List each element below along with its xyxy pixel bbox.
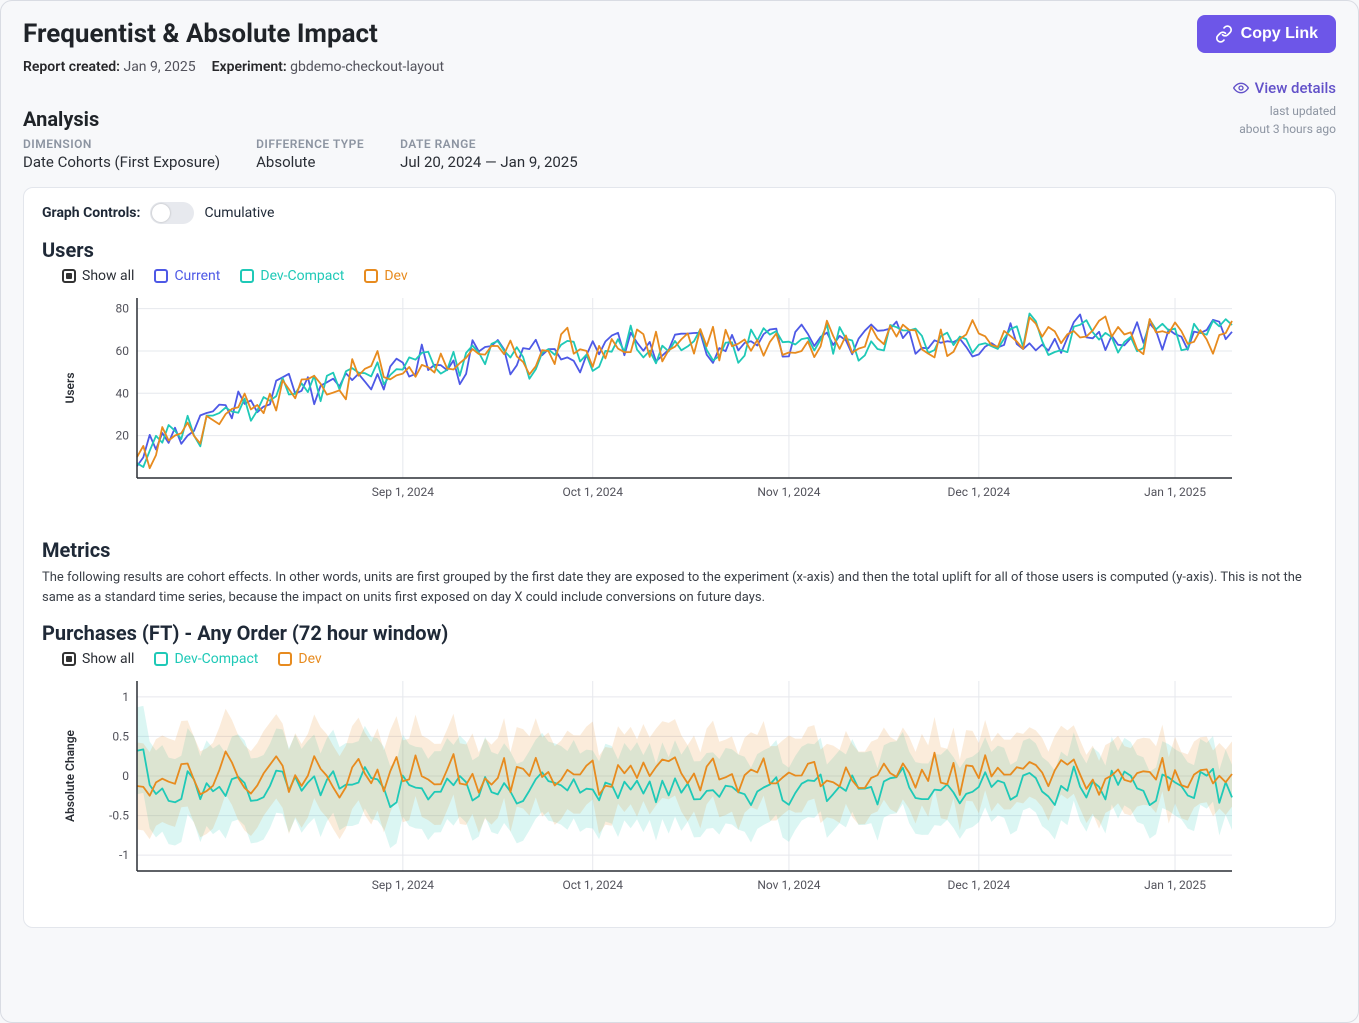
svg-text:Oct 1, 2024: Oct 1, 2024 — [562, 485, 623, 499]
analysis-heading: Analysis — [23, 107, 578, 131]
checkbox-filled-icon — [62, 652, 76, 666]
purchases-chart-title: Purchases (FT) - Any Order (72 hour wind… — [42, 621, 1317, 645]
cumulative-toggle[interactable] — [150, 202, 194, 224]
legend-dev[interactable]: Dev — [364, 268, 407, 284]
diff-type-label: DIFFERENCE TYPE — [256, 137, 364, 151]
report-created-label: Report created: — [23, 59, 120, 75]
legend-show-all-purchases[interactable]: Show all — [62, 651, 134, 667]
svg-text:Absolute Change: Absolute Change — [63, 729, 77, 822]
svg-text:Jan 1, 2025: Jan 1, 2025 — [1144, 485, 1206, 499]
svg-text:Nov 1, 2024: Nov 1, 2024 — [757, 878, 820, 892]
svg-text:0: 0 — [122, 769, 129, 783]
page-title: Frequentist & Absolute Impact — [23, 19, 444, 49]
svg-text:Jan 1, 2025: Jan 1, 2025 — [1144, 878, 1206, 892]
svg-text:40: 40 — [116, 386, 130, 400]
svg-text:60: 60 — [116, 344, 130, 358]
checkbox-filled-icon — [62, 269, 76, 283]
svg-text:-1: -1 — [119, 848, 129, 862]
dimension-value: Date Cohorts (First Exposure) — [23, 153, 220, 171]
checkbox-icon — [240, 269, 254, 283]
diff-type-value: Absolute — [256, 153, 364, 171]
last-updated-value: about 3 hours ago — [1233, 122, 1336, 136]
svg-text:Dec 1, 2024: Dec 1, 2024 — [948, 485, 1011, 499]
graph-controls-label: Graph Controls: — [42, 205, 140, 221]
report-meta-row: Report created: Jan 9, 2025 Experiment: … — [23, 59, 444, 75]
analysis-panel: Graph Controls: Cumulative Users Show al… — [23, 187, 1336, 928]
svg-text:Dec 1, 2024: Dec 1, 2024 — [948, 878, 1011, 892]
svg-text:Users: Users — [63, 373, 77, 404]
date-range-label: DATE RANGE — [400, 137, 578, 151]
legend-dev-compact-2[interactable]: Dev-Compact — [154, 651, 258, 667]
legend-show-all-users[interactable]: Show all — [62, 268, 134, 284]
report-created-value: Jan 9, 2025 — [123, 59, 195, 75]
link-icon — [1215, 25, 1233, 43]
eye-icon — [1233, 80, 1249, 96]
experiment-label: Experiment: — [212, 59, 287, 75]
svg-text:0.5: 0.5 — [112, 729, 129, 743]
svg-text:Nov 1, 2024: Nov 1, 2024 — [757, 485, 820, 499]
cumulative-toggle-label: Cumulative — [204, 205, 274, 221]
svg-text:Sep 1, 2024: Sep 1, 2024 — [372, 878, 435, 892]
view-details-link[interactable]: View details — [1233, 79, 1336, 97]
checkbox-icon — [154, 269, 168, 283]
svg-text:Sep 1, 2024: Sep 1, 2024 — [372, 485, 435, 499]
svg-text:1: 1 — [122, 690, 129, 704]
checkbox-icon — [278, 652, 292, 666]
metrics-heading: Metrics — [42, 538, 1317, 562]
metrics-description: The following results are cohort effects… — [42, 568, 1317, 607]
svg-text:Oct 1, 2024: Oct 1, 2024 — [562, 878, 623, 892]
svg-text:80: 80 — [116, 302, 130, 316]
legend-dev-compact[interactable]: Dev-Compact — [240, 268, 344, 284]
purchases-chart: -1 -0.5 0 0.5 1 Sep 1, 2024 Oct 1, 2024 Nov 1, … — [42, 671, 1242, 901]
last-updated-label: last updated — [1233, 104, 1336, 118]
legend-current[interactable]: Current — [154, 268, 220, 284]
checkbox-icon — [364, 269, 378, 283]
copy-link-label: Copy Link — [1241, 25, 1318, 43]
users-chart-title: Users — [42, 238, 1317, 262]
checkbox-icon — [154, 652, 168, 666]
svg-text:-0.5: -0.5 — [109, 809, 129, 823]
experiment-value: gbdemo-checkout-layout — [290, 59, 444, 75]
copy-link-button[interactable]: Copy Link — [1197, 15, 1336, 53]
users-chart: 20 40 60 80 Sep 1, 2024 Oct 1, 2024 Nov 1, 202… — [42, 288, 1242, 508]
view-details-label: View details — [1255, 79, 1336, 97]
dimension-label: DIMENSION — [23, 137, 220, 151]
svg-text:20: 20 — [116, 429, 130, 443]
date-range-value: Jul 20, 2024 — Jan 9, 2025 — [400, 153, 578, 171]
legend-dev-2[interactable]: Dev — [278, 651, 321, 667]
